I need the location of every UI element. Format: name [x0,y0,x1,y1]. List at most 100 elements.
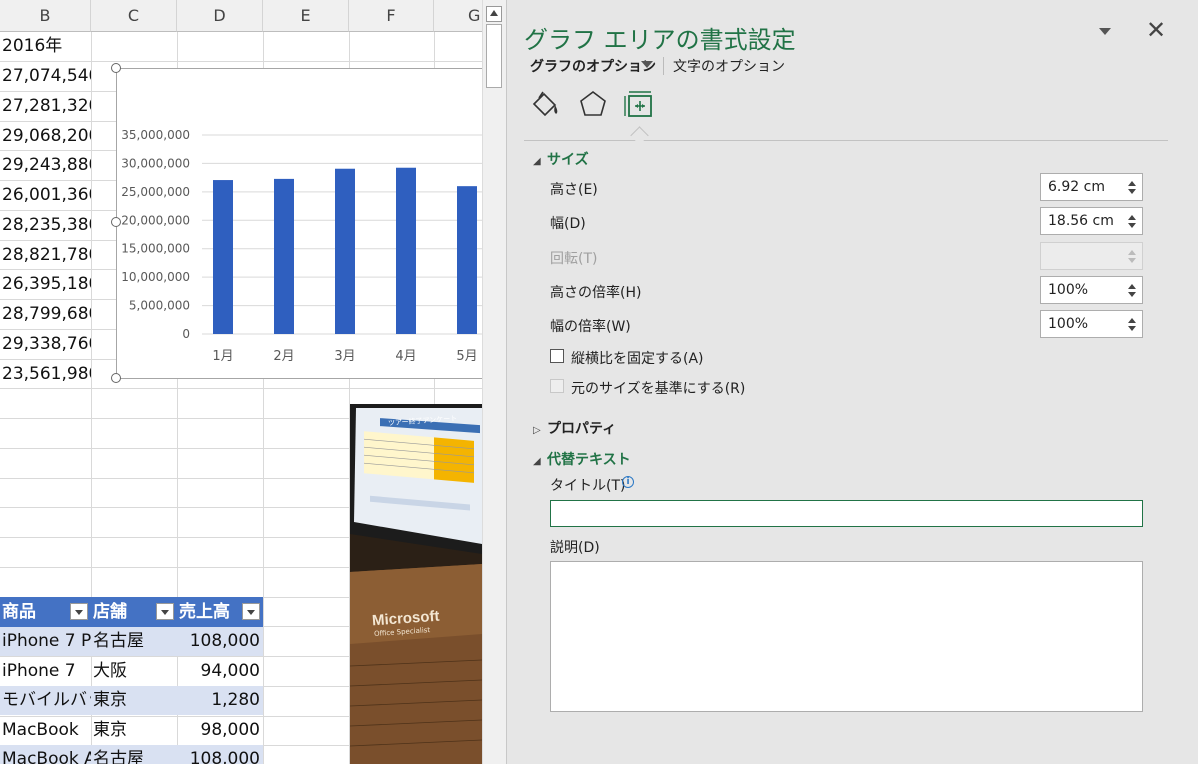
close-icon[interactable]: ✕ [1146,18,1166,42]
cell-b-value[interactable]: 27,074,540 [0,62,91,91]
spin-up-icon[interactable] [1128,215,1136,220]
table-cell[interactable]: MacBook Air [0,745,91,764]
y-tick-label: 20,000,000 [121,213,190,227]
column-letter: E [300,6,311,25]
section-size-header[interactable]: ◢ サイズ [533,149,589,169]
column-header-d[interactable]: D [177,0,263,32]
column-header-g[interactable]: G [434,0,482,32]
bar-chart: 35,000,000 30,000,000 25,000,000 20,000,000… [121,128,482,364]
chart-resize-handle-top-left[interactable] [111,63,121,73]
table-cell[interactable]: MacBook [0,716,91,745]
chevron-down-icon[interactable] [641,61,653,68]
lock-aspect-checkbox[interactable] [550,349,564,363]
column-header-b[interactable]: B [0,0,91,32]
column-header-c[interactable]: C [91,0,177,32]
cell-b-value[interactable]: 29,243,880 [0,151,91,180]
column-header-f[interactable]: F [349,0,434,32]
width-scale-spinner[interactable]: 100% [1040,310,1143,338]
spreadsheet-grid[interactable]: B C D E F G 2016年 27,074,540 27,281,320 29… [0,0,482,764]
table-cell[interactable]: モバイルバッテリー [0,686,91,715]
cell-year-header[interactable]: 2016年 [0,32,91,61]
spin-up-icon[interactable] [1128,284,1136,289]
tab-graph-options[interactable]: グラフのオプション [530,56,656,76]
table-cell[interactable]: 108,000 [177,627,263,656]
width-spinner[interactable]: 18.56 cm [1040,207,1143,235]
scroll-up-arrow-icon[interactable] [486,6,502,22]
table-cell[interactable]: 108,000 [177,745,263,764]
table-cell[interactable]: 名古屋 [91,745,177,764]
table-cell[interactable]: 98,000 [177,716,263,745]
cell-b-value[interactable]: 28,235,380 [0,211,91,240]
alt-title-label: タイトル(T) [550,478,626,494]
filter-dropdown-icon[interactable] [70,603,88,620]
chart-bar[interactable] [335,168,355,334]
alt-description-textarea[interactable] [550,561,1143,712]
chart-bar[interactable] [213,180,233,334]
y-tick-label: 25,000,000 [121,185,190,199]
filter-dropdown-icon[interactable] [242,603,260,620]
table-header-cell[interactable]: 店舗 [91,597,177,627]
width-value: 18.56 cm [1048,213,1114,229]
table-header-cell[interactable]: 商品 [0,597,91,627]
column-letter: C [127,6,140,25]
column-header-e[interactable]: E [263,0,349,32]
width-scale-label: 幅の倍率(W) [550,319,631,335]
alt-title-input[interactable] [550,500,1143,527]
size-properties-icon[interactable] [624,88,656,120]
tab-divider [663,57,664,75]
pane-options-chevron-down-icon[interactable] [1098,26,1112,36]
table-cell[interactable]: 1,280 [177,686,263,715]
column-letter: B [39,6,51,25]
cell-b-value[interactable]: 29,068,200 [0,122,91,151]
rotation-label: 回転(T) [550,251,598,267]
table-cell[interactable]: iPhone 7 [0,657,91,686]
cell-b-value[interactable]: 27,281,320 [0,92,91,121]
chart-area[interactable]: 35,000,000 30,000,000 25,000,000 20,000,000… [116,68,482,379]
filter-dropdown-icon[interactable] [156,603,174,620]
table-cell[interactable]: 94,000 [177,657,263,686]
table-cell[interactable]: 大阪 [91,657,177,686]
cell-b-value[interactable]: 26,395,180 [0,270,91,299]
y-tick-label: 30,000,000 [121,156,190,170]
cell-b-value[interactable]: 23,561,980 [0,360,91,389]
chart-bar[interactable] [457,186,477,334]
height-spinner[interactable]: 6.92 cm [1040,173,1143,201]
spin-up-icon[interactable] [1128,181,1136,186]
info-icon[interactable]: i [622,476,634,488]
spin-down-icon[interactable] [1128,292,1136,297]
effects-pentagon-icon[interactable] [577,88,609,120]
scrollbar-thumb[interactable] [486,24,502,88]
section-alt-text-header[interactable]: ◢ 代替テキスト [533,449,631,469]
section-properties-header[interactable]: ▷ プロパティ [533,418,616,438]
cell-b-value[interactable]: 28,821,780 [0,241,91,270]
fill-line-icon[interactable] [529,88,561,120]
lock-aspect-label[interactable]: 縦横比を固定する(A) [571,348,704,368]
x-tick-label: 2月 [273,349,294,364]
tab-text-options[interactable]: 文字のオプション [673,56,785,76]
x-tick-label: 4月 [395,349,416,364]
section-size-label: サイズ [547,152,589,168]
rotation-spinner [1040,242,1143,270]
x-tick-label: 3月 [334,349,355,364]
column-letter: D [213,6,226,25]
vertical-scrollbar[interactable] [482,0,506,764]
table-cell[interactable]: 名古屋 [91,627,177,656]
height-scale-spinner[interactable]: 100% [1040,276,1143,304]
spin-down-icon[interactable] [1128,326,1136,331]
cell-b-value[interactable]: 29,338,760 [0,330,91,359]
spin-down-icon[interactable] [1128,223,1136,228]
chart-resize-handle-middle-left[interactable] [111,217,121,227]
table-cell[interactable]: iPhone 7 Plus [0,627,91,656]
photo[interactable]: ツアー終了アンケート Microsoft Office Specialist [350,404,482,764]
spin-down-icon[interactable] [1128,189,1136,194]
cell-b-value[interactable]: 28,799,680 [0,300,91,329]
chart-resize-handle-bottom-left[interactable] [111,373,121,383]
chart-bar[interactable] [396,167,416,334]
cell-b-value[interactable]: 26,001,360 [0,181,91,210]
spin-up-icon[interactable] [1128,318,1136,323]
chart-bar[interactable] [274,178,294,334]
spin-up-icon [1128,250,1136,255]
table-header-cell[interactable]: 売上高 [177,597,263,627]
table-cell[interactable]: 東京 [91,686,177,715]
table-cell[interactable]: 東京 [91,716,177,745]
